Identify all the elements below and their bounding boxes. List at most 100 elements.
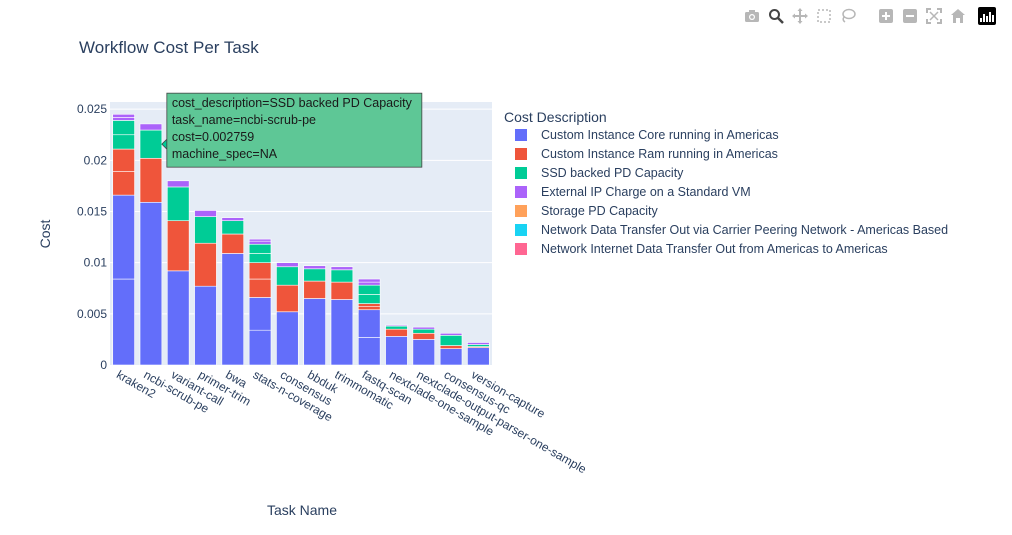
bar-segment[interactable] xyxy=(357,284,381,295)
legend-item-label[interactable]: Custom Instance Ram running in Americas xyxy=(541,147,778,161)
bar-segment[interactable] xyxy=(330,299,354,366)
y-tick-label: 0.01 xyxy=(84,256,108,270)
bar-segment[interactable] xyxy=(248,238,272,242)
bar-segment[interactable] xyxy=(357,337,381,366)
bar-segment[interactable] xyxy=(139,123,163,131)
bar-segment[interactable] xyxy=(330,269,354,283)
bar-segment[interactable] xyxy=(112,278,135,366)
bar-segment[interactable] xyxy=(385,325,408,330)
bar-segment[interactable] xyxy=(303,268,326,282)
y-axis-title: Cost xyxy=(37,220,53,249)
bar-segment[interactable] xyxy=(248,253,272,263)
legend: Custom Instance Core running in Americas… xyxy=(515,128,948,256)
bar-segment[interactable] xyxy=(412,339,436,366)
bar-segment[interactable] xyxy=(276,266,299,286)
bar-segment[interactable] xyxy=(467,344,490,347)
bar-segment[interactable] xyxy=(303,298,326,366)
legend-item-label[interactable]: Network Internet Data Transfer Out from … xyxy=(541,242,888,256)
y-tick-label: 0 xyxy=(100,358,107,372)
bar-segment[interactable] xyxy=(139,201,163,366)
hover-line: machine_spec=NA xyxy=(172,147,278,161)
bar-segment[interactable] xyxy=(467,342,490,345)
bar-segment[interactable] xyxy=(112,171,135,196)
hover-line: cost=0.002759 xyxy=(172,130,254,144)
x-axis-ticks: kraken2ncbi-scrub-pevariant-callprimer-t… xyxy=(114,367,589,476)
bar-segment[interactable] xyxy=(385,328,408,337)
bar-segment[interactable] xyxy=(248,262,272,280)
y-tick-label: 0.005 xyxy=(77,307,107,321)
bar-segment[interactable] xyxy=(112,148,135,172)
bar-segment[interactable] xyxy=(467,347,490,366)
bar-segment[interactable] xyxy=(276,311,299,366)
bar-segment[interactable] xyxy=(330,281,354,300)
bar-segment[interactable] xyxy=(330,266,354,271)
legend-swatch[interactable] xyxy=(515,224,527,236)
legend-swatch[interactable] xyxy=(515,205,527,217)
hover-tooltip: cost_description=SSD backed PD Capacity t… xyxy=(161,92,423,168)
legend-item-label[interactable]: Network Data Transfer Out via Carrier Pe… xyxy=(541,223,948,237)
bar-segment[interactable] xyxy=(139,129,163,159)
bar-segment[interactable] xyxy=(221,233,245,254)
bar-segment[interactable] xyxy=(221,220,245,235)
bar-segment[interactable] xyxy=(276,284,299,313)
chart: Workflow Cost Per Task 0 0.005 0.01 0.015 0.… xyxy=(37,38,948,518)
bar-segment[interactable] xyxy=(385,324,408,327)
bar-segment[interactable] xyxy=(357,278,381,283)
legend-swatch[interactable] xyxy=(515,148,527,160)
bar-segment[interactable] xyxy=(412,328,436,334)
legend-item-label[interactable]: SSD backed PD Capacity xyxy=(541,166,684,180)
bar-segment[interactable] xyxy=(194,216,217,244)
bar-segment[interactable] xyxy=(112,134,135,150)
bar-segment[interactable] xyxy=(303,280,326,299)
bar-segment[interactable] xyxy=(112,194,135,280)
bar-segment[interactable] xyxy=(194,242,217,287)
bar-segment[interactable] xyxy=(385,336,408,366)
bar-segment[interactable] xyxy=(194,285,217,366)
legend-item-label[interactable]: Storage PD Capacity xyxy=(541,204,658,218)
bar-segment[interactable] xyxy=(248,297,272,331)
bar-segment[interactable] xyxy=(112,117,135,121)
y-axis-ticks: 0 0.005 0.01 0.015 0.02 0.025 xyxy=(77,102,107,372)
bar-segment[interactable] xyxy=(357,303,381,307)
bar-segment[interactable] xyxy=(357,309,381,338)
bar-segment[interactable] xyxy=(248,243,272,254)
bar-segment[interactable] xyxy=(221,217,245,222)
hover-line: cost_description=SSD backed PD Capacity xyxy=(172,96,413,110)
bar-segment[interactable] xyxy=(112,120,135,136)
bar-segment[interactable] xyxy=(357,306,381,311)
bar-segment[interactable] xyxy=(112,113,135,118)
bar-segment[interactable] xyxy=(412,332,436,340)
bar-segment[interactable] xyxy=(439,345,463,349)
bar-segment[interactable] xyxy=(139,157,163,203)
bar-segment[interactable] xyxy=(439,332,463,336)
legend-item-label[interactable]: External IP Charge on a Standard VM xyxy=(541,185,751,199)
bar-segment[interactable] xyxy=(167,270,190,366)
bar-segment[interactable] xyxy=(167,186,190,222)
chart-title: Workflow Cost Per Task xyxy=(79,38,259,57)
bar-segment[interactable] xyxy=(167,180,190,188)
y-tick-label: 0.02 xyxy=(84,153,108,167)
bar-segment[interactable] xyxy=(303,265,326,270)
legend-title: Cost Description xyxy=(504,109,607,125)
bar-segment[interactable] xyxy=(248,240,272,245)
y-tick-label: 0.025 xyxy=(77,102,107,116)
x-axis-title: Task Name xyxy=(267,502,337,518)
bar-segment[interactable] xyxy=(276,262,299,268)
bar-segment[interactable] xyxy=(248,329,272,366)
bar-segment[interactable] xyxy=(357,281,381,286)
legend-swatch[interactable] xyxy=(515,243,527,255)
bar-segment[interactable] xyxy=(412,326,436,330)
legend-swatch[interactable] xyxy=(515,167,527,179)
legend-item-label[interactable]: Custom Instance Core running in Americas xyxy=(541,128,779,142)
bar-segment[interactable] xyxy=(439,348,463,366)
bar-segment[interactable] xyxy=(194,210,217,217)
bar-segment[interactable] xyxy=(221,253,245,366)
y-tick-label: 0.015 xyxy=(77,204,107,218)
legend-swatch[interactable] xyxy=(515,186,527,198)
bar-segment[interactable] xyxy=(357,294,381,304)
bar-segment[interactable] xyxy=(248,278,272,298)
bar-segment[interactable] xyxy=(167,220,190,272)
legend-swatch[interactable] xyxy=(515,129,527,141)
bar-segment[interactable] xyxy=(439,335,463,346)
hover-line: task_name=ncbi-scrub-pe xyxy=(172,113,316,127)
